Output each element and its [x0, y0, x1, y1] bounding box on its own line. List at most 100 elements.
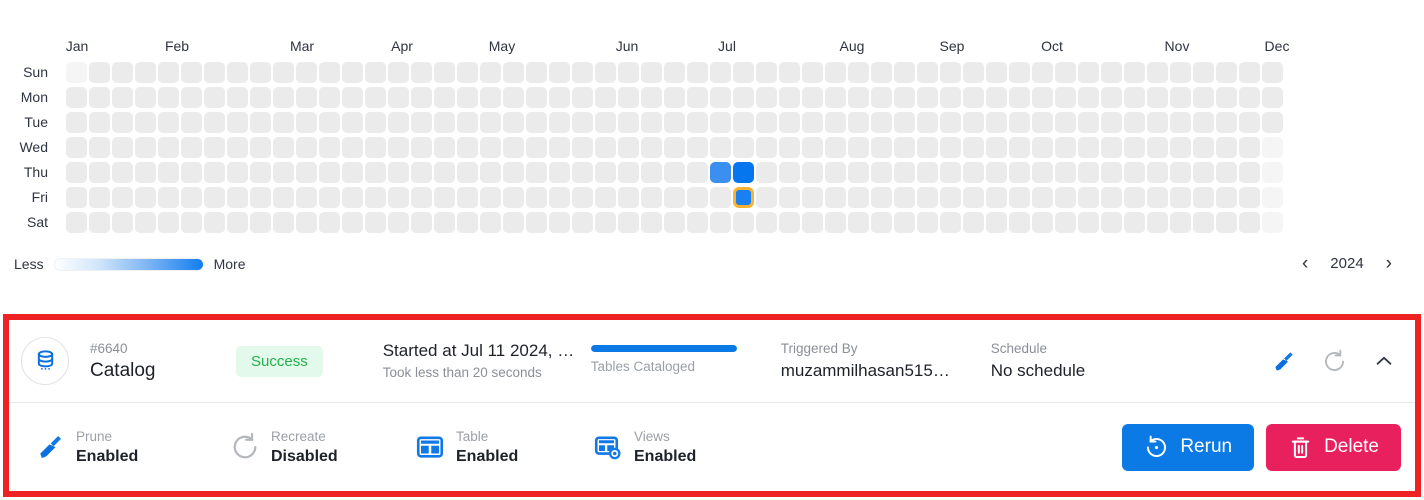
heatmap-cell[interactable]	[1147, 112, 1168, 133]
heatmap-cell[interactable]	[342, 162, 363, 183]
heatmap-cell[interactable]	[365, 162, 386, 183]
heatmap-cell[interactable]	[572, 137, 593, 158]
heatmap-cell[interactable]	[664, 162, 685, 183]
heatmap-cell[interactable]	[641, 62, 662, 83]
heatmap-cell[interactable]	[227, 187, 248, 208]
heatmap-cell[interactable]	[1193, 62, 1214, 83]
heatmap-cell[interactable]	[319, 87, 340, 108]
heatmap-cell[interactable]	[1078, 62, 1099, 83]
heatmap-cell[interactable]	[756, 162, 777, 183]
heatmap-cell[interactable]	[457, 112, 478, 133]
heatmap-cell[interactable]	[618, 187, 639, 208]
heatmap-cell[interactable]	[595, 212, 616, 233]
heatmap-cell[interactable]	[1262, 212, 1283, 233]
heatmap-cell[interactable]	[549, 162, 570, 183]
heatmap-cell[interactable]	[204, 62, 225, 83]
heatmap-cell[interactable]	[986, 62, 1007, 83]
heatmap-cell[interactable]	[1170, 162, 1191, 183]
heatmap-cell[interactable]	[526, 187, 547, 208]
heatmap-cell[interactable]	[1193, 137, 1214, 158]
heatmap-cell[interactable]	[296, 212, 317, 233]
heatmap-cell[interactable]	[1124, 62, 1145, 83]
heatmap-cell[interactable]	[434, 187, 455, 208]
heatmap-cell[interactable]	[227, 162, 248, 183]
heatmap-cell[interactable]	[848, 162, 869, 183]
heatmap-cell[interactable]	[250, 137, 271, 158]
heatmap-cell[interactable]	[319, 137, 340, 158]
heatmap-cell[interactable]	[1078, 137, 1099, 158]
heatmap-cell[interactable]	[273, 137, 294, 158]
heatmap-cell[interactable]	[1262, 87, 1283, 108]
heatmap-cell[interactable]	[1009, 187, 1030, 208]
heatmap-cell[interactable]	[825, 187, 846, 208]
heatmap-cell[interactable]	[1239, 112, 1260, 133]
heatmap-cell[interactable]	[825, 87, 846, 108]
heatmap-cell[interactable]	[89, 187, 110, 208]
heatmap-cell[interactable]	[526, 162, 547, 183]
heatmap-cell[interactable]	[388, 212, 409, 233]
heatmap-cell[interactable]	[871, 162, 892, 183]
heatmap-cell[interactable]	[1032, 162, 1053, 183]
heatmap-cell[interactable]	[894, 187, 915, 208]
heatmap-cell[interactable]	[1170, 137, 1191, 158]
heatmap-cell[interactable]	[641, 112, 662, 133]
heatmap-cell[interactable]	[779, 212, 800, 233]
heatmap-cell[interactable]	[480, 187, 501, 208]
heatmap-cell[interactable]	[1009, 212, 1030, 233]
heatmap-cell[interactable]	[1078, 87, 1099, 108]
heatmap-cell[interactable]	[963, 137, 984, 158]
heatmap-cell[interactable]	[342, 87, 363, 108]
heatmap-cell[interactable]	[710, 187, 731, 208]
heatmap-cell[interactable]	[181, 162, 202, 183]
heatmap-cell[interactable]	[848, 112, 869, 133]
heatmap-cell[interactable]	[572, 87, 593, 108]
heatmap-cell[interactable]	[181, 62, 202, 83]
heatmap-cell[interactable]	[1262, 187, 1283, 208]
heatmap-cell[interactable]	[733, 162, 754, 183]
heatmap-cell[interactable]	[66, 62, 87, 83]
heatmap-cell[interactable]	[319, 62, 340, 83]
heatmap-cell[interactable]	[618, 62, 639, 83]
heatmap-cell[interactable]	[273, 162, 294, 183]
heatmap-cell[interactable]	[917, 137, 938, 158]
heatmap-cell[interactable]	[687, 112, 708, 133]
heatmap-cell[interactable]	[779, 162, 800, 183]
heatmap-cell[interactable]	[1055, 112, 1076, 133]
heatmap-cell[interactable]	[618, 87, 639, 108]
heatmap-cell[interactable]	[112, 187, 133, 208]
heatmap-cell[interactable]	[756, 137, 777, 158]
heatmap-cell[interactable]	[1055, 137, 1076, 158]
heatmap-cell[interactable]	[664, 212, 685, 233]
heatmap-cell[interactable]	[986, 112, 1007, 133]
heatmap-cell[interactable]	[917, 62, 938, 83]
heatmap-cell[interactable]	[89, 62, 110, 83]
heatmap-cell[interactable]	[1124, 87, 1145, 108]
heatmap-cell[interactable]	[434, 212, 455, 233]
heatmap-cell[interactable]	[917, 162, 938, 183]
heatmap-cell[interactable]	[1055, 162, 1076, 183]
heatmap-cell[interactable]	[825, 137, 846, 158]
heatmap-cell[interactable]	[1193, 112, 1214, 133]
heatmap-cell[interactable]	[112, 87, 133, 108]
heatmap-cell[interactable]	[848, 137, 869, 158]
heatmap-cell[interactable]	[1101, 62, 1122, 83]
heatmap-cell[interactable]	[986, 87, 1007, 108]
heatmap-cell[interactable]	[158, 137, 179, 158]
heatmap-cell[interactable]	[802, 212, 823, 233]
heatmap-cell[interactable]	[1216, 137, 1237, 158]
heatmap-cell[interactable]	[227, 137, 248, 158]
heatmap-cell[interactable]	[204, 137, 225, 158]
heatmap-cell[interactable]	[871, 62, 892, 83]
heatmap-cell[interactable]	[181, 137, 202, 158]
heatmap-cell[interactable]	[618, 137, 639, 158]
heatmap-cell[interactable]	[66, 162, 87, 183]
heatmap-cell[interactable]	[549, 187, 570, 208]
heatmap-cell[interactable]	[480, 112, 501, 133]
heatmap-cell[interactable]	[1147, 87, 1168, 108]
heatmap-cell[interactable]	[526, 137, 547, 158]
heatmap-cell[interactable]	[1239, 137, 1260, 158]
next-year-button[interactable]: ›	[1386, 254, 1392, 273]
heatmap-cell[interactable]	[457, 187, 478, 208]
heatmap-cell[interactable]	[112, 137, 133, 158]
heatmap-cell[interactable]	[342, 187, 363, 208]
